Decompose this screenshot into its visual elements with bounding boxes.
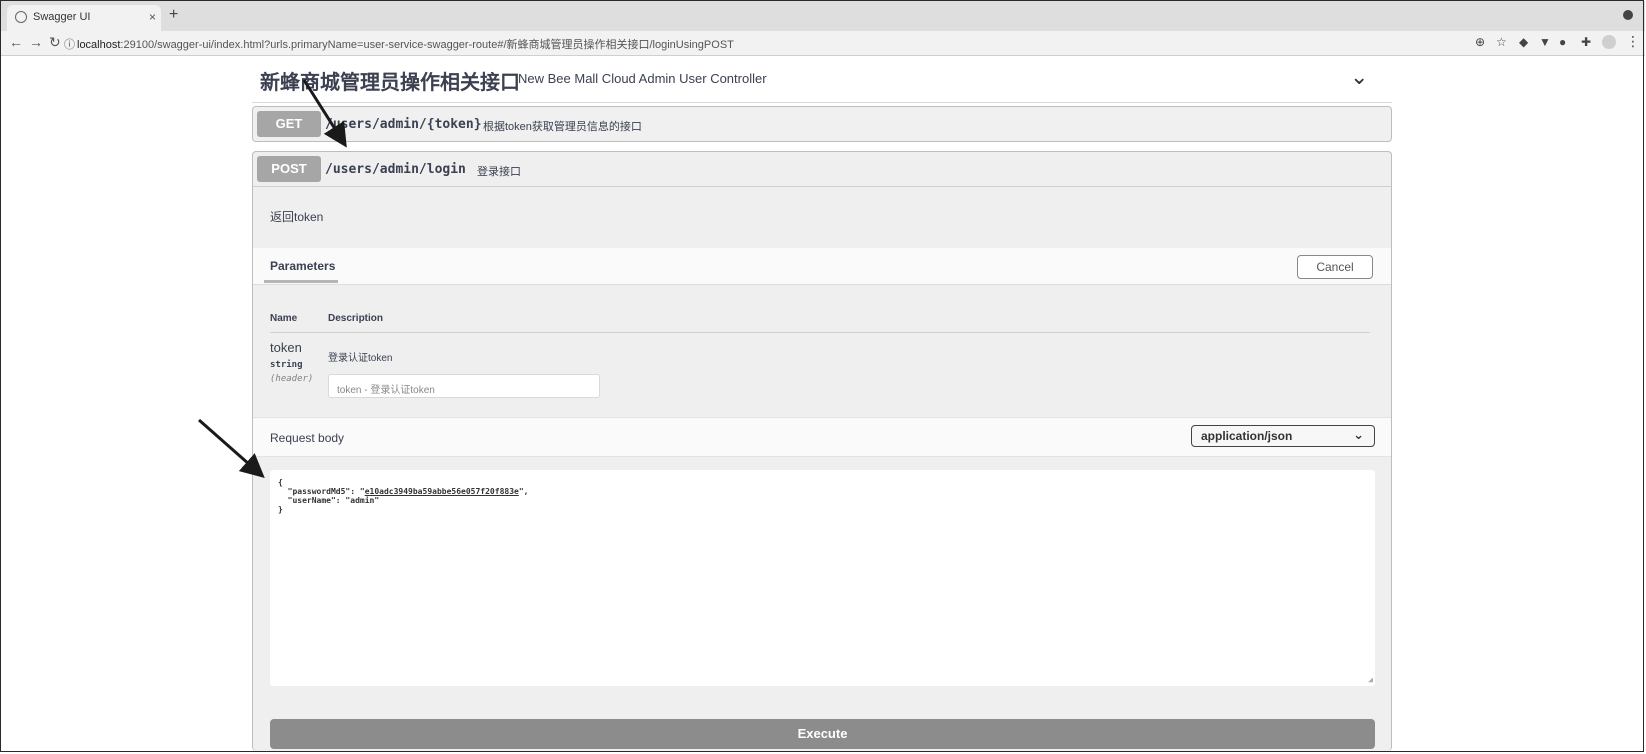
arrow-annotation <box>198 79 347 478</box>
